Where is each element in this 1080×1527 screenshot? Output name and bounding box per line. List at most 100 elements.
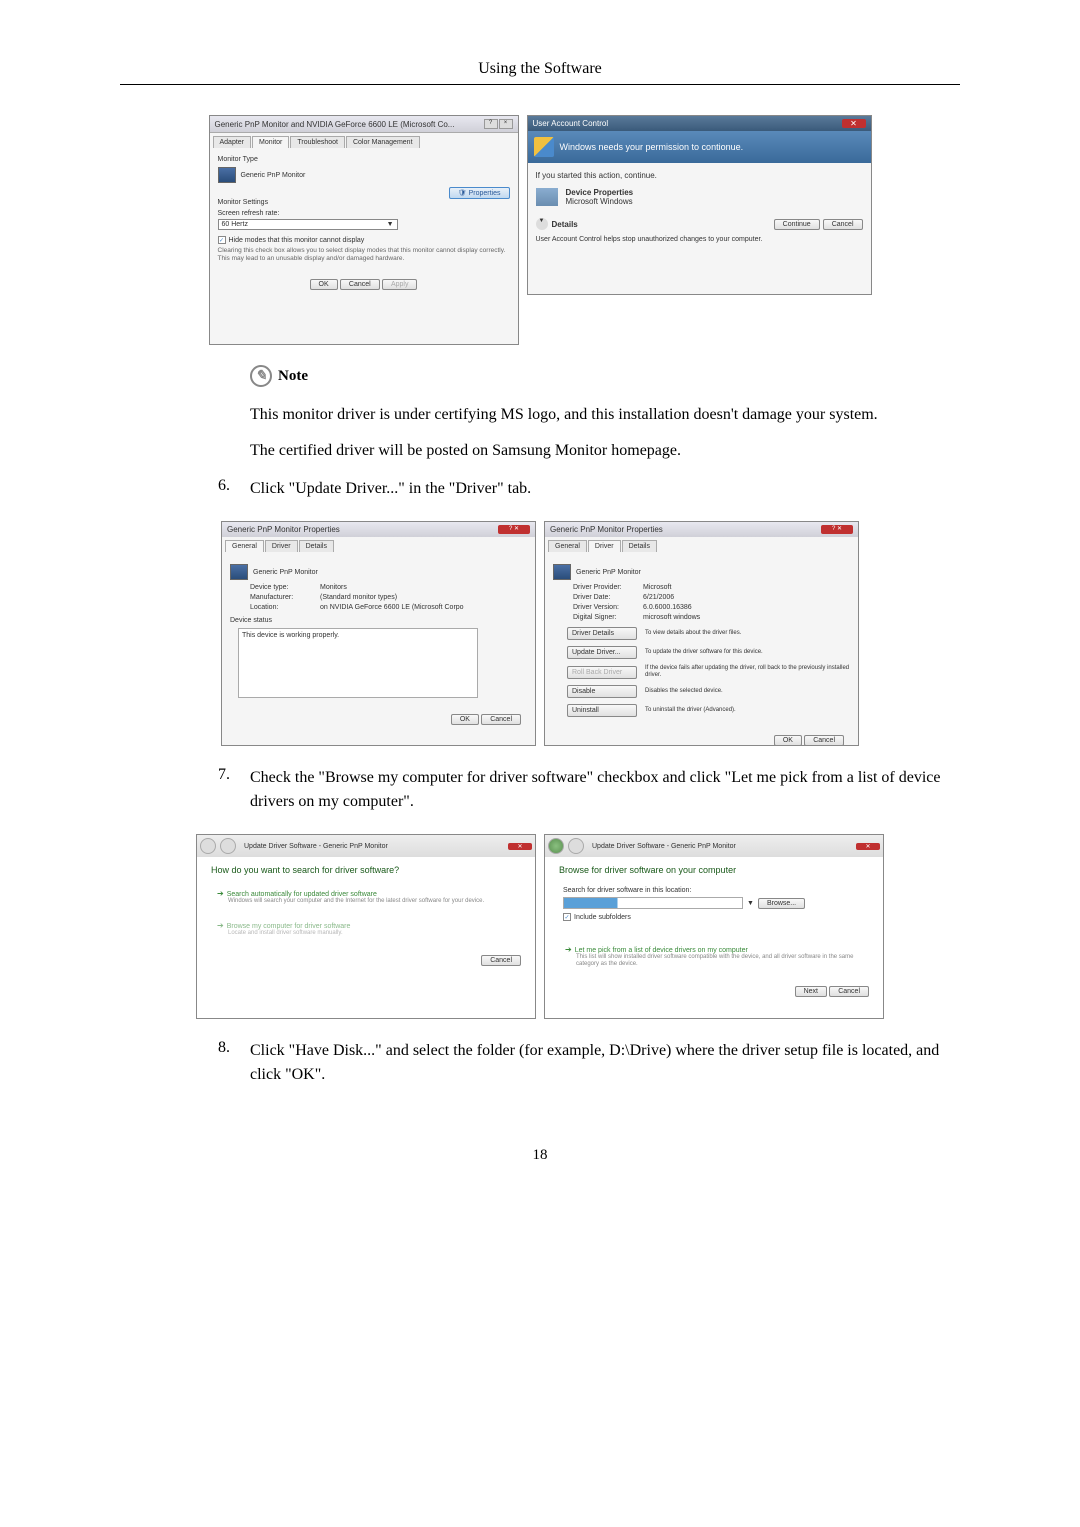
hide-modes-checkbox[interactable]: ✓ [218, 236, 226, 244]
location-label: Location: [250, 604, 320, 611]
cancel-button[interactable]: Cancel [829, 986, 869, 997]
close-icon[interactable]: ? ✕ [821, 525, 853, 534]
breadcrumb: Update Driver Software - Generic PnP Mon… [244, 843, 388, 850]
option-desc: Locate and install driver software manua… [228, 930, 515, 937]
wizard-heading: How do you want to search for driver sof… [197, 857, 535, 879]
path-input[interactable] [563, 897, 743, 909]
driver-details-button[interactable]: Driver Details [567, 627, 637, 640]
note-label: Note [278, 368, 308, 385]
forward-icon[interactable] [220, 838, 236, 854]
cancel-button[interactable]: Cancel [340, 279, 380, 290]
arrow-icon: ➔ [217, 921, 224, 930]
option-desc: Windows will search your computer and th… [228, 898, 515, 905]
chevron-down-icon[interactable]: ▼ [536, 218, 548, 230]
apply-button[interactable]: Apply [382, 279, 418, 290]
page-number: 18 [120, 1147, 960, 1164]
rollback-driver-button[interactable]: Roll Back Driver [567, 666, 637, 679]
option-let-me-pick[interactable]: ➔Let me pick from a list of device drive… [559, 939, 869, 974]
update-driver-desc: To update the driver software for this d… [645, 649, 850, 656]
uac-footer-text: User Account Control helps stop unauthor… [536, 236, 863, 243]
monitor-type-label: Monitor Type [218, 156, 510, 163]
next-button[interactable]: Next [795, 986, 827, 997]
page-header: Using the Software [120, 60, 960, 85]
help-icon[interactable]: ? [484, 119, 498, 129]
option-title: Search automatically for updated driver … [227, 891, 377, 898]
dialog-title: Generic PnP Monitor Properties [550, 525, 663, 534]
device-status-label: Device status [230, 617, 527, 624]
date-value: 6/21/2006 [643, 594, 674, 601]
uac-started-text: If you started this action, continue. [536, 171, 863, 180]
monitor-icon [230, 564, 248, 580]
close-icon[interactable]: ✕ [508, 843, 532, 850]
back-icon[interactable] [200, 838, 216, 854]
uac-title: User Account Control [533, 119, 609, 128]
tab-details[interactable]: Details [622, 540, 657, 552]
uac-heading: Windows needs your permission to contion… [560, 142, 744, 152]
option-browse-computer[interactable]: ➔Browse my computer for driver software … [211, 915, 521, 943]
close-icon[interactable]: ? ✕ [498, 525, 530, 534]
device-status-text: This device is working properly. [238, 628, 478, 698]
tab-details[interactable]: Details [299, 540, 334, 552]
step-text: Check the "Browse my computer for driver… [250, 766, 960, 814]
uninstall-button[interactable]: Uninstall [567, 704, 637, 717]
cancel-button[interactable]: Cancel [481, 714, 521, 725]
tab-troubleshoot[interactable]: Troubleshoot [290, 136, 345, 148]
device-icon [536, 188, 558, 206]
device-type-value: Monitors [320, 584, 347, 591]
ok-button[interactable]: OK [310, 279, 338, 290]
close-icon[interactable]: ✕ [856, 843, 880, 850]
details-label[interactable]: Details [552, 220, 578, 229]
general-properties-dialog: Generic PnP Monitor Properties ? ✕ Gener… [221, 521, 536, 746]
tab-color-management[interactable]: Color Management [346, 136, 420, 148]
disable-button[interactable]: Disable [567, 685, 637, 698]
update-driver-wizard-1: Update Driver Software - Generic PnP Mon… [196, 834, 536, 1019]
step-text: Click "Have Disk..." and select the fold… [250, 1039, 960, 1087]
date-label: Driver Date: [573, 594, 643, 601]
tab-general[interactable]: General [225, 540, 264, 552]
dialog-title: Generic PnP Monitor Properties [227, 525, 340, 534]
ok-button[interactable]: OK [451, 714, 479, 725]
option-desc: This list will show installed driver sof… [576, 954, 863, 968]
hide-modes-description: Clearing this check box allows you to se… [218, 247, 510, 263]
monitor-name: Generic PnP Monitor [253, 569, 318, 576]
forward-icon[interactable] [568, 838, 584, 854]
include-subfolders-checkbox[interactable]: ✓ [563, 913, 571, 921]
close-icon[interactable]: ✕ [842, 119, 866, 128]
tab-driver[interactable]: Driver [588, 540, 621, 552]
note-line1: This monitor driver is under certifying … [250, 403, 960, 427]
tab-driver[interactable]: Driver [265, 540, 298, 552]
hide-modes-label: Hide modes that this monitor cannot disp… [229, 237, 365, 244]
refresh-rate-label: Screen refresh rate: [218, 210, 510, 217]
disable-desc: Disables the selected device. [645, 688, 850, 695]
refresh-rate-dropdown[interactable]: 60 Hertz▼ [218, 219, 398, 230]
shield-icon [534, 137, 554, 157]
close-icon[interactable]: × [499, 119, 513, 129]
ok-button[interactable]: OK [774, 735, 802, 746]
provider-value: Microsoft [643, 584, 671, 591]
tab-monitor[interactable]: Monitor [252, 136, 289, 148]
signer-label: Digital Signer: [573, 614, 643, 621]
tab-adapter[interactable]: Adapter [213, 136, 252, 148]
manufacturer-label: Manufacturer: [250, 594, 320, 601]
browse-button[interactable]: Browse... [758, 898, 805, 909]
monitor-icon [218, 167, 236, 183]
driver-properties-dialog: Generic PnP Monitor Properties ? ✕ Gener… [544, 521, 859, 746]
device-type-label: Device type: [250, 584, 320, 591]
uninstall-desc: To uninstall the driver (Advanced). [645, 707, 850, 714]
option-search-auto[interactable]: ➔Search automatically for updated driver… [211, 883, 521, 911]
back-icon[interactable] [548, 838, 564, 854]
uac-item1: Device Properties [566, 188, 634, 197]
continue-button[interactable]: Continue [774, 219, 820, 230]
update-driver-button[interactable]: Update Driver... [567, 646, 637, 659]
cancel-button[interactable]: Cancel [823, 219, 863, 230]
step-number: 7. [218, 766, 250, 814]
monitor-properties-dialog: Generic PnP Monitor and NVIDIA GeForce 6… [209, 115, 519, 345]
tab-general[interactable]: General [548, 540, 587, 552]
cancel-button[interactable]: Cancel [481, 955, 521, 966]
search-location-label: Search for driver software in this locat… [563, 887, 865, 894]
arrow-icon: ➔ [565, 945, 572, 954]
uac-item2: Microsoft Windows [566, 197, 634, 206]
cancel-button[interactable]: Cancel [804, 735, 844, 746]
step-number: 8. [218, 1039, 250, 1087]
properties-button[interactable]: 🛡 Properties [449, 187, 510, 199]
